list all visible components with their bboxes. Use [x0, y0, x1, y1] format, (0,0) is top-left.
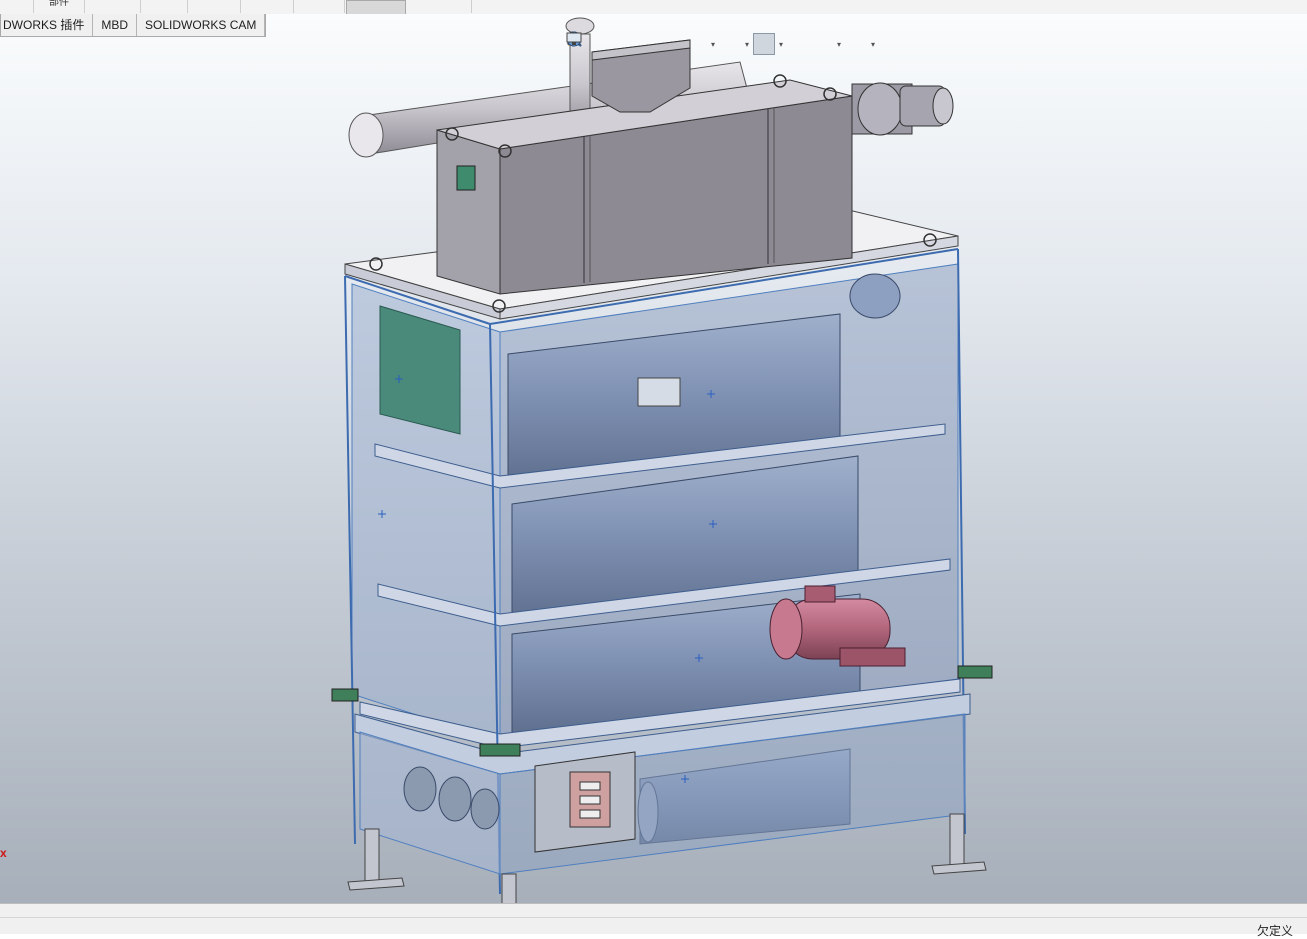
toolbar-cell[interactable]: [85, 0, 141, 13]
view-settings-icon[interactable]: [566, 32, 867, 55]
hide-show-items-icon[interactable]: [566, 31, 775, 55]
chevron-down-icon[interactable]: ▾: [835, 40, 843, 49]
toolbar-cell[interactable]: [188, 0, 241, 13]
tab-solidworks-cam[interactable]: SOLIDWORKS CAM: [137, 14, 266, 36]
edit-appearance-icon[interactable]: [567, 33, 809, 55]
command-manager-tabs: DWORKS 插件 MBD SOLIDWORKS CAM: [0, 14, 267, 37]
zoom-area-icon[interactable]: [567, 32, 611, 55]
toolbar-cell-parts[interactable]: 部件: [34, 0, 85, 13]
chevron-down-icon[interactable]: ▾: [709, 40, 717, 49]
toolbar-cell[interactable]: [141, 0, 188, 13]
apply-scene-icon[interactable]: [566, 31, 833, 55]
previous-view-icon[interactable]: [567, 32, 635, 55]
top-toolbar-strip: 部件: [0, 0, 1307, 15]
machine-model[interactable]: [0, 14, 1307, 903]
dynamic-annotation-icon[interactable]: [566, 31, 683, 55]
chevron-down-icon[interactable]: ▾: [869, 40, 877, 49]
definition-status: 欠定义: [1256, 924, 1293, 938]
heads-up-view-toolbar: ▾ ▾ ▾ ▾ ▾: [565, 30, 877, 58]
top-gear-motor: [851, 82, 954, 136]
toolbar-cell[interactable]: [294, 0, 345, 13]
status-divider: [0, 917, 1307, 918]
chevron-down-icon[interactable]: ▾: [777, 40, 785, 49]
chevron-down-icon[interactable]: ▾: [743, 40, 751, 49]
control-box: [534, 751, 636, 853]
toolbar-cell[interactable]: [407, 0, 472, 13]
display-style-icon[interactable]: [567, 31, 741, 55]
view-orientation-icon[interactable]: [567, 32, 707, 55]
toolbar-cell[interactable]: [0, 0, 34, 13]
tab-solidworks-addins[interactable]: DWORKS 插件: [1, 14, 94, 36]
status-bar: 欠定义: [0, 903, 1307, 938]
toolbar-cell[interactable]: [241, 0, 294, 13]
section-view-icon[interactable]: [568, 32, 659, 55]
origin-marker: x: [0, 846, 7, 860]
tab-mbd[interactable]: MBD: [93, 14, 138, 36]
toolbar-cell-active[interactable]: [346, 0, 406, 15]
hopper-box: [436, 39, 853, 295]
graphics-viewport[interactable]: ▾ ▾ ▾ ▾ ▾ x: [0, 14, 1307, 903]
